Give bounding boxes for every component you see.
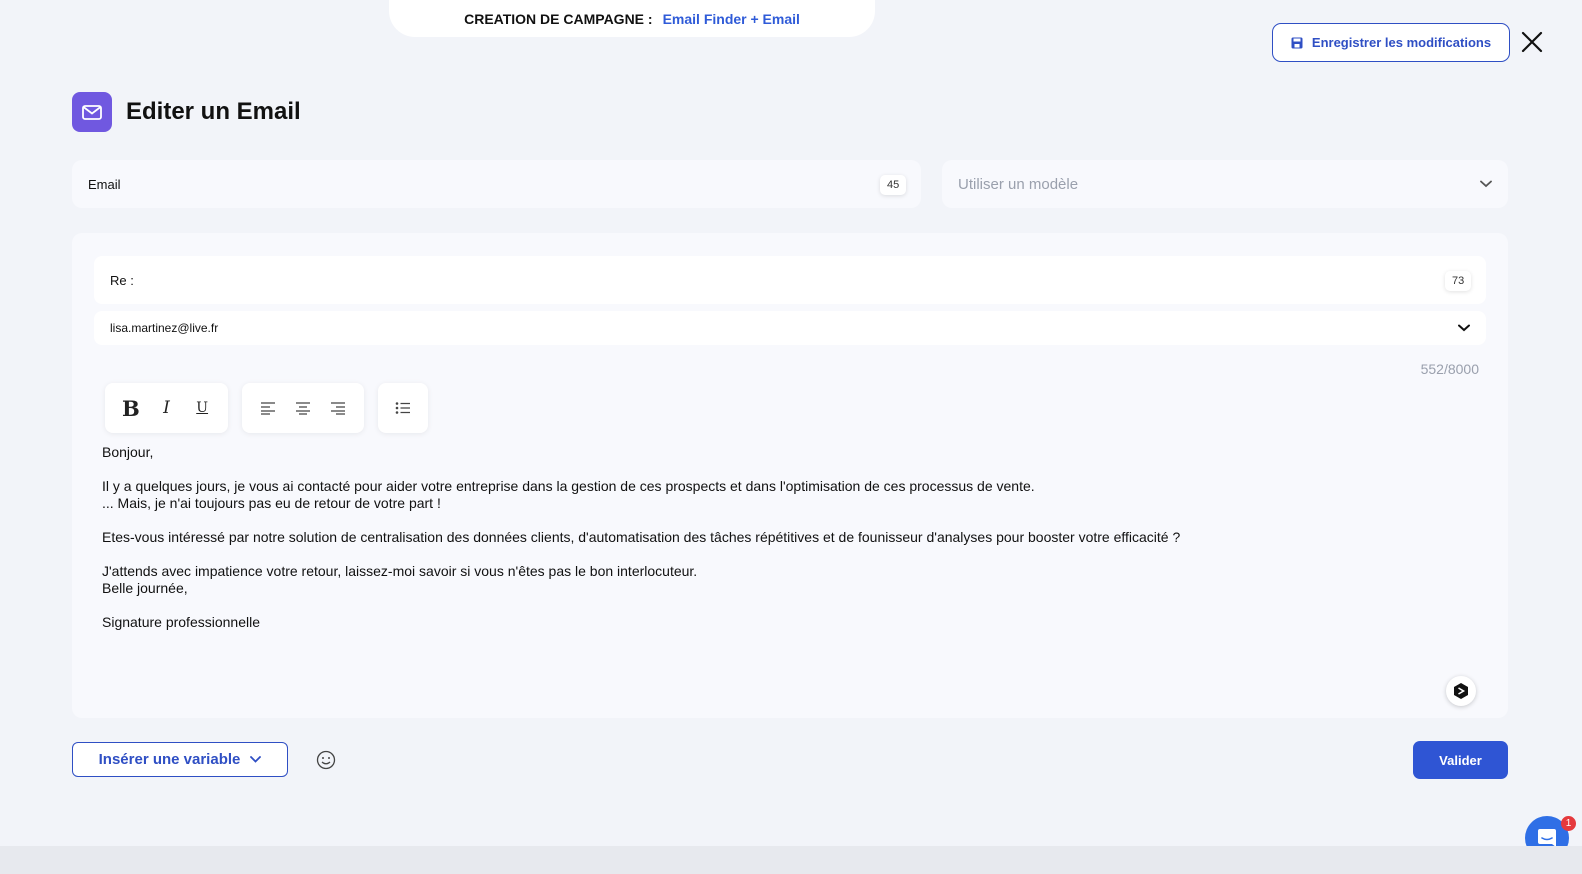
body-line: Il y a quelques jours, je vous ai contac…: [102, 478, 1035, 494]
email-body[interactable]: Bonjour, Il y a quelques jours, je vous …: [102, 444, 1462, 631]
notification-badge: 1: [1561, 816, 1576, 831]
alignment-toolbar: [242, 383, 364, 433]
body-char-count: 552/8000: [1420, 361, 1479, 377]
bullet-list-button[interactable]: [388, 393, 418, 423]
body-line: Etes-vous intéressé par notre solution d…: [102, 529, 1181, 545]
bold-button[interactable]: B: [116, 393, 146, 423]
page-header: Editer un Email: [72, 92, 301, 132]
chevron-down-icon: [250, 756, 262, 763]
insert-variable-button[interactable]: Insérer une variable: [72, 742, 288, 777]
save-changes-label: Enregistrer les modifications: [1311, 35, 1492, 50]
close-icon[interactable]: [1520, 30, 1544, 54]
template-placeholder: Utiliser un modèle: [958, 175, 1079, 193]
floppy-disk-icon: [1291, 37, 1303, 48]
campaign-name: Email Finder + Email: [662, 10, 800, 27]
save-changes-button[interactable]: Enregistrer les modifications: [1272, 23, 1510, 62]
italic-button[interactable]: I: [151, 393, 181, 423]
align-right-button[interactable]: [323, 393, 353, 423]
underline-button[interactable]: U: [187, 393, 217, 423]
campaign-label: CREATION DE CAMPAGNE :: [464, 10, 653, 27]
bottom-strip: [0, 846, 1582, 874]
body-greeting: Bonjour,: [102, 444, 154, 460]
envelope-icon: [72, 92, 112, 132]
align-left-button[interactable]: [253, 393, 283, 423]
ai-assistant-icon: [1454, 683, 1468, 699]
email-name-value: Email: [88, 176, 121, 192]
subject-char-counter: 73: [1445, 271, 1472, 291]
align-center-button[interactable]: [288, 393, 318, 423]
align-left-icon: [260, 402, 275, 415]
chevron-down-icon: [1480, 180, 1492, 188]
email-name-input[interactable]: Email 45: [72, 160, 921, 208]
align-right-icon: [331, 402, 346, 415]
insert-variable-label: Insérer une variable: [98, 751, 241, 768]
sender-value: lisa.martinez@live.fr: [110, 321, 219, 335]
sender-select[interactable]: lisa.martinez@live.fr: [94, 311, 1486, 345]
email-editor: Re : 73 lisa.martinez@live.fr 552/8000 B…: [72, 233, 1508, 718]
validate-button[interactable]: Valider: [1413, 741, 1508, 779]
list-toolbar: [378, 383, 428, 433]
bullet-list-icon: [395, 402, 410, 414]
body-line: Belle journée,: [102, 580, 188, 596]
chevron-down-icon: [1458, 324, 1470, 332]
body-line: J'attends avec impatience votre retour, …: [102, 563, 698, 579]
body-line: ... Mais, je n'ai toujours pas eu de ret…: [102, 495, 441, 511]
page-title: Editer un Email: [126, 98, 301, 125]
body-signature: Signature professionnelle: [102, 614, 260, 630]
emoji-icon[interactable]: [316, 750, 336, 770]
text-style-toolbar: B I U: [105, 383, 228, 433]
ai-assistant-button[interactable]: [1446, 676, 1476, 706]
template-select[interactable]: Utiliser un modèle: [942, 160, 1508, 208]
name-char-counter: 45: [880, 175, 907, 195]
align-center-icon: [295, 402, 310, 415]
subject-input[interactable]: Re : 73: [94, 256, 1486, 304]
campaign-header: CREATION DE CAMPAGNE : Email Finder + Em…: [389, 0, 875, 37]
subject-value: Re :: [110, 272, 134, 288]
